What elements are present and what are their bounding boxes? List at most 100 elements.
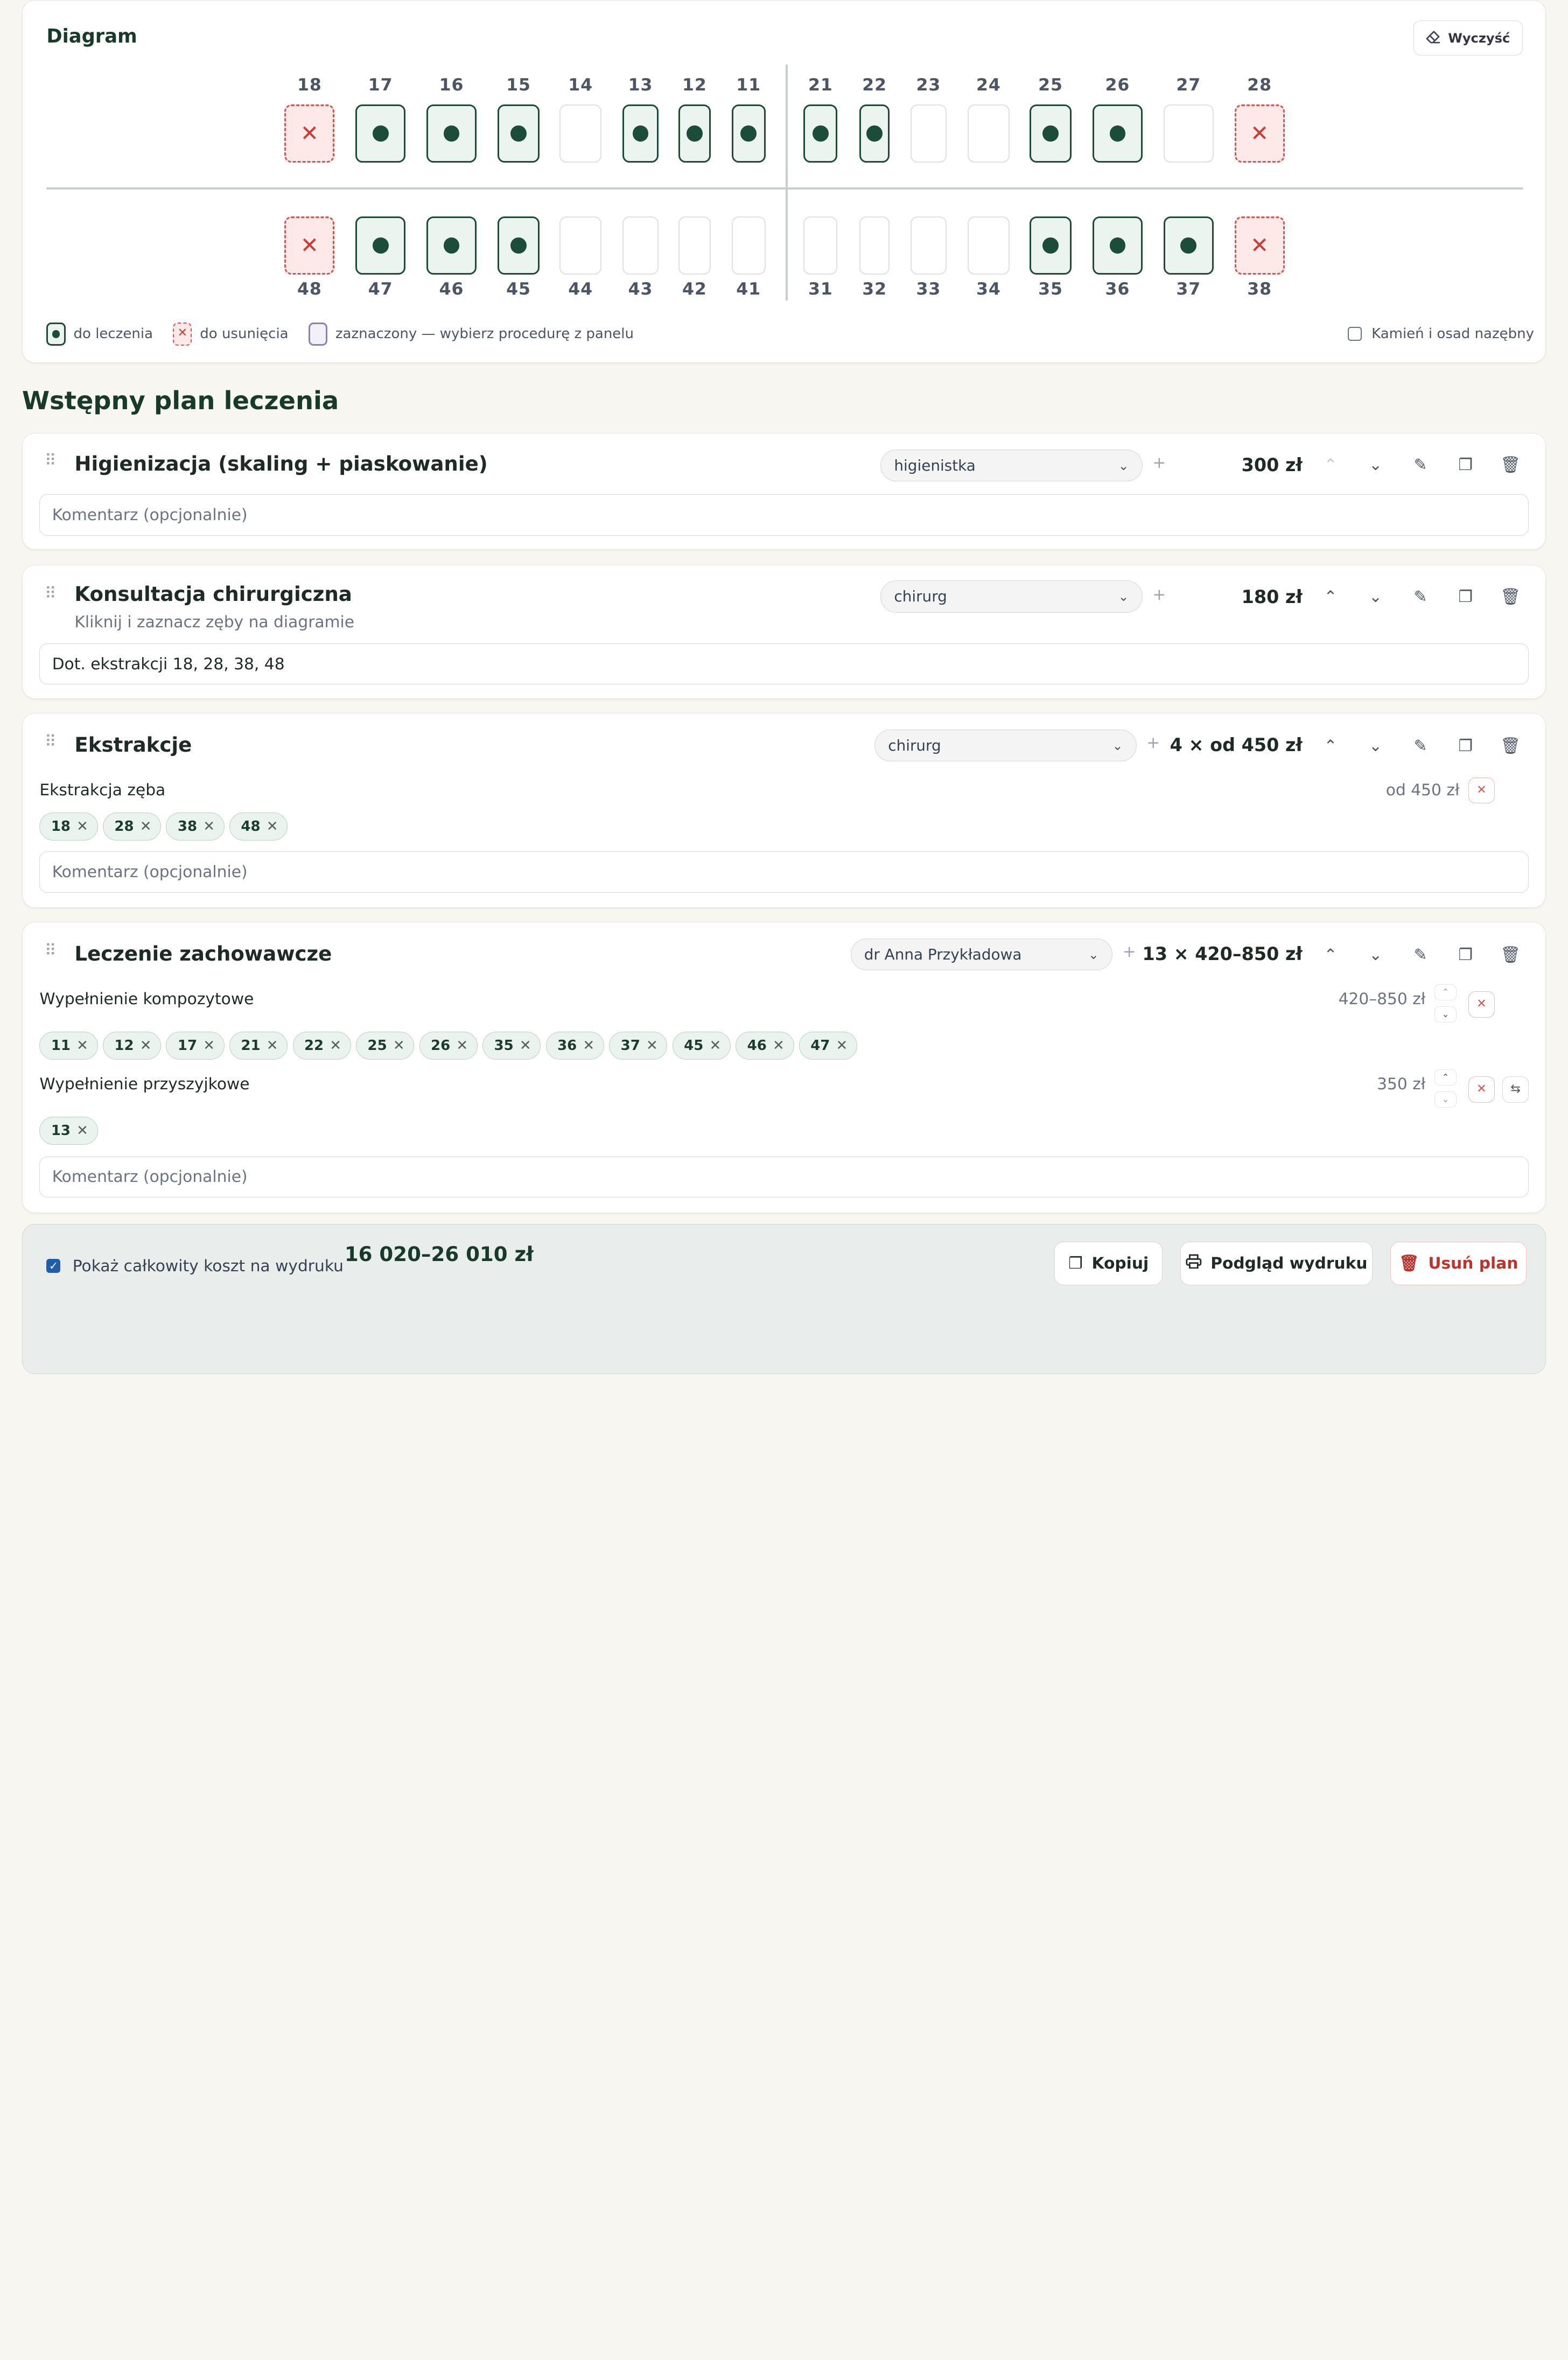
remove-chip-icon[interactable]: ✕: [520, 1038, 531, 1054]
procedure-up-icon[interactable]: ⌃: [1434, 1069, 1457, 1086]
tooth-chip[interactable]: 45 ✕: [672, 1031, 731, 1060]
tooth-12[interactable]: [678, 104, 711, 163]
duplicate-icon[interactable]: ❐: [1453, 585, 1478, 610]
tooth-chip[interactable]: 48 ✕: [229, 812, 288, 841]
move-up-icon[interactable]: ⌃: [1319, 585, 1343, 610]
role-select[interactable]: chirurg ⌄: [880, 580, 1143, 613]
edit-icon[interactable]: ✎: [1409, 453, 1433, 478]
move-down-icon[interactable]: ⌄: [1363, 943, 1388, 968]
comment-input[interactable]: Komentarz (opcjonalnie): [39, 851, 1529, 893]
tooth-chip[interactable]: 47 ✕: [799, 1031, 858, 1060]
drag-handle-icon[interactable]: ⠿: [45, 733, 57, 750]
remove-chip-icon[interactable]: ✕: [393, 1038, 405, 1054]
remove-chip-icon[interactable]: ✕: [203, 818, 215, 835]
tooth-48[interactable]: [284, 216, 335, 275]
tooth-17[interactable]: [355, 104, 406, 163]
edit-icon[interactable]: ✎: [1409, 585, 1433, 610]
tooth-36[interactable]: [1092, 216, 1143, 275]
tooth-chip[interactable]: 28 ✕: [102, 812, 162, 841]
duplicate-icon[interactable]: ❐: [1453, 943, 1478, 968]
remove-procedure-button[interactable]: ✕: [1468, 777, 1495, 804]
drag-handle-icon[interactable]: ⠿: [45, 585, 57, 601]
drag-handle-icon[interactable]: ⠿: [45, 942, 57, 958]
print-preview-button[interactable]: Podgląd wydruku: [1180, 1241, 1373, 1286]
comment-input[interactable]: Komentarz (opcjonalnie): [39, 494, 1529, 536]
tooth-18[interactable]: [284, 104, 335, 163]
tooth-34[interactable]: [967, 216, 1010, 275]
move-down-icon[interactable]: ⌄: [1363, 734, 1388, 759]
tooth-21[interactable]: [803, 104, 838, 163]
tooth-chip[interactable]: 17 ✕: [166, 1031, 225, 1060]
remove-procedure-button[interactable]: ✕: [1468, 991, 1495, 1018]
tooth-44[interactable]: [559, 216, 602, 275]
edit-icon[interactable]: ✎: [1409, 943, 1433, 968]
tooth-32[interactable]: [859, 216, 890, 275]
remove-chip-icon[interactable]: ✕: [583, 1038, 594, 1054]
remove-chip-icon[interactable]: ✕: [76, 1123, 88, 1139]
remove-chip-icon[interactable]: ✕: [709, 1038, 721, 1054]
move-up-icon[interactable]: ⌃: [1319, 453, 1343, 478]
clear-button[interactable]: Wyczyść: [1413, 20, 1523, 56]
tooth-35[interactable]: [1029, 216, 1072, 275]
trash-icon[interactable]: 🗑: [1499, 734, 1523, 759]
tooth-28[interactable]: [1234, 104, 1285, 163]
role-select[interactable]: chirurg ⌄: [874, 729, 1137, 762]
tooth-15[interactable]: [497, 104, 540, 163]
tooth-chip[interactable]: 18 ✕: [39, 812, 98, 841]
remove-chip-icon[interactable]: ✕: [646, 1038, 658, 1054]
copy-button[interactable]: ❐ Kopiuj: [1054, 1241, 1163, 1286]
calculus-checkbox[interactable]: [1347, 326, 1362, 341]
move-down-icon[interactable]: ⌄: [1363, 585, 1388, 610]
tooth-13[interactable]: [622, 104, 659, 163]
remove-chip-icon[interactable]: ✕: [330, 1038, 341, 1054]
move-up-icon[interactable]: ⌃: [1319, 734, 1343, 759]
tooth-16[interactable]: [426, 104, 477, 163]
procedure-down-icon[interactable]: ⌄: [1434, 1091, 1457, 1108]
tooth-27[interactable]: [1163, 104, 1214, 163]
show-total-toggle[interactable]: ✓ Pokaż całkowity koszt na wydruku: [46, 1257, 344, 1276]
drag-handle-icon[interactable]: ⠿: [45, 452, 57, 468]
tooth-23[interactable]: [910, 104, 947, 163]
remove-chip-icon[interactable]: ✕: [203, 1038, 215, 1054]
comment-input[interactable]: Dot. ekstrakcji 18, 28, 38, 48: [39, 643, 1529, 685]
tooth-chip[interactable]: 11 ✕: [39, 1031, 98, 1060]
remove-chip-icon[interactable]: ✕: [773, 1038, 785, 1054]
comment-input[interactable]: Komentarz (opcjonalnie): [39, 1156, 1529, 1197]
tooth-chip[interactable]: 37 ✕: [609, 1031, 668, 1060]
move-up-icon[interactable]: ⌃: [1319, 943, 1343, 968]
remove-chip-icon[interactable]: ✕: [267, 1038, 278, 1054]
tooth-22[interactable]: [859, 104, 890, 163]
tooth-chip[interactable]: 36 ✕: [545, 1031, 604, 1060]
remove-chip-icon[interactable]: ✕: [836, 1038, 848, 1054]
tooth-33[interactable]: [910, 216, 947, 275]
show-total-checkbox[interactable]: ✓: [46, 1259, 61, 1273]
remove-chip-icon[interactable]: ✕: [76, 1038, 88, 1054]
tooth-31[interactable]: [803, 216, 838, 275]
duplicate-icon[interactable]: ❐: [1453, 453, 1478, 478]
tooth-14[interactable]: [559, 104, 602, 163]
trash-icon[interactable]: 🗑: [1499, 453, 1523, 478]
trash-icon[interactable]: 🗑: [1499, 943, 1523, 968]
tooth-chip[interactable]: 25 ✕: [356, 1031, 415, 1060]
role-select[interactable]: higienistka ⌄: [880, 449, 1143, 482]
add-role-icon[interactable]: +: [1152, 453, 1166, 472]
add-role-icon[interactable]: +: [1152, 585, 1166, 604]
remove-chip-icon[interactable]: ✕: [140, 1038, 152, 1054]
calculus-toggle[interactable]: Kamień i osad nazębny: [1347, 326, 1534, 342]
tooth-42[interactable]: [678, 216, 711, 275]
delete-plan-button[interactable]: 🗑 Usuń plan: [1390, 1241, 1527, 1286]
tooth-43[interactable]: [622, 216, 659, 275]
tooth-chip[interactable]: 22 ✕: [292, 1031, 351, 1060]
tooth-chip[interactable]: 21 ✕: [229, 1031, 288, 1060]
add-role-icon[interactable]: +: [1123, 942, 1136, 961]
edit-icon[interactable]: ✎: [1409, 734, 1433, 759]
tooth-38[interactable]: [1234, 216, 1285, 275]
procedure-up-icon[interactable]: ⌃: [1434, 984, 1457, 1001]
tooth-41[interactable]: [731, 216, 766, 275]
tooth-26[interactable]: [1092, 104, 1143, 163]
tooth-chip[interactable]: 46 ✕: [736, 1031, 794, 1060]
tooth-chip[interactable]: 13 ✕: [39, 1116, 98, 1145]
tooth-chip[interactable]: 35 ✕: [482, 1031, 541, 1060]
tooth-chip[interactable]: 38 ✕: [166, 812, 225, 841]
role-select[interactable]: dr Anna Przykładowa ⌄: [850, 938, 1113, 971]
